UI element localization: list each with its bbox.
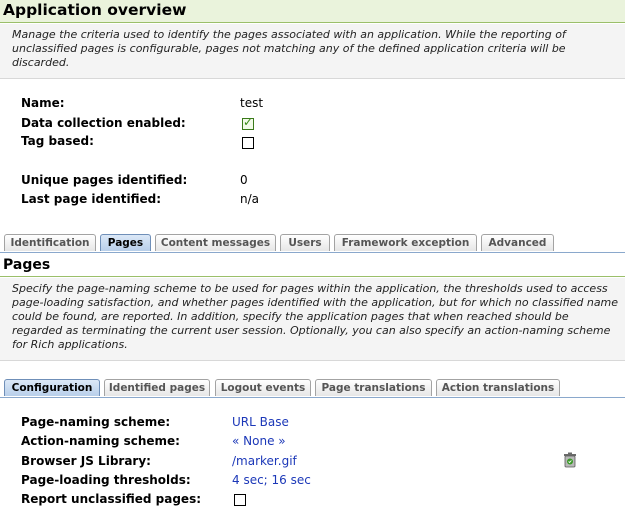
pages-section-title: Pages (3, 257, 51, 273)
tab-action-translations[interactable]: Action translations (436, 379, 560, 396)
last-page-label: Last page identified: (21, 192, 162, 206)
main-tab-bar: Identification Pages Content messages Us… (0, 233, 625, 253)
report-unclassified-label: Report unclassified pages: (21, 492, 202, 506)
tag-based-label: Tag based: (21, 134, 94, 148)
overview-description-box: Manage the criteria used to identify the… (0, 23, 625, 79)
last-page-value: n/a (240, 192, 260, 206)
tab-content-messages[interactable]: Content messages (155, 234, 276, 251)
tab-logout-events[interactable]: Logout events (215, 379, 311, 396)
thresholds-label: Page-loading thresholds: (21, 473, 191, 487)
data-collection-checkbox[interactable]: ✓ (242, 115, 254, 130)
overview-description: Manage the criteria used to identify the… (12, 28, 566, 69)
tab-identified-pages[interactable]: Identified pages (104, 379, 210, 396)
checkmark-icon: ✓ (243, 115, 254, 129)
tab-pages[interactable]: Pages (100, 234, 151, 251)
pages-description: Specify the page-naming scheme to be use… (12, 282, 619, 351)
trash-icon[interactable] (563, 452, 577, 468)
tab-configuration[interactable]: Configuration (4, 379, 100, 396)
page-naming-link[interactable]: URL Base (232, 414, 289, 430)
page-title: Application overview (3, 1, 187, 19)
sub-tab-bar: Configuration Identified pages Logout ev… (0, 378, 625, 398)
unique-pages-label: Unique pages identified: (21, 173, 188, 187)
browser-js-link[interactable]: /marker.gif (232, 453, 297, 469)
tab-framework-exception[interactable]: Framework exception (334, 234, 477, 251)
unique-pages-value: 0 (240, 173, 248, 187)
action-naming-label: Action-naming scheme: (21, 434, 180, 448)
report-unclassified-checkbox[interactable] (234, 494, 246, 506)
pages-description-box: Specify the page-naming scheme to be use… (0, 277, 625, 361)
tab-page-translations[interactable]: Page translations (315, 379, 432, 396)
action-naming-link[interactable]: « None » (232, 433, 286, 449)
tab-users[interactable]: Users (280, 234, 330, 251)
tab-advanced[interactable]: Advanced (481, 234, 554, 251)
tag-based-checkbox[interactable] (242, 137, 254, 149)
tab-identification[interactable]: Identification (4, 234, 96, 251)
page-naming-label: Page-naming scheme: (21, 415, 171, 429)
data-collection-label: Data collection enabled: (21, 116, 186, 130)
thresholds-link[interactable]: 4 sec; 16 sec (232, 472, 311, 488)
browser-js-label: Browser JS Library: (21, 454, 151, 468)
name-value: test (240, 96, 264, 110)
name-label: Name: (21, 96, 65, 110)
page-header: Application overview (0, 0, 625, 23)
